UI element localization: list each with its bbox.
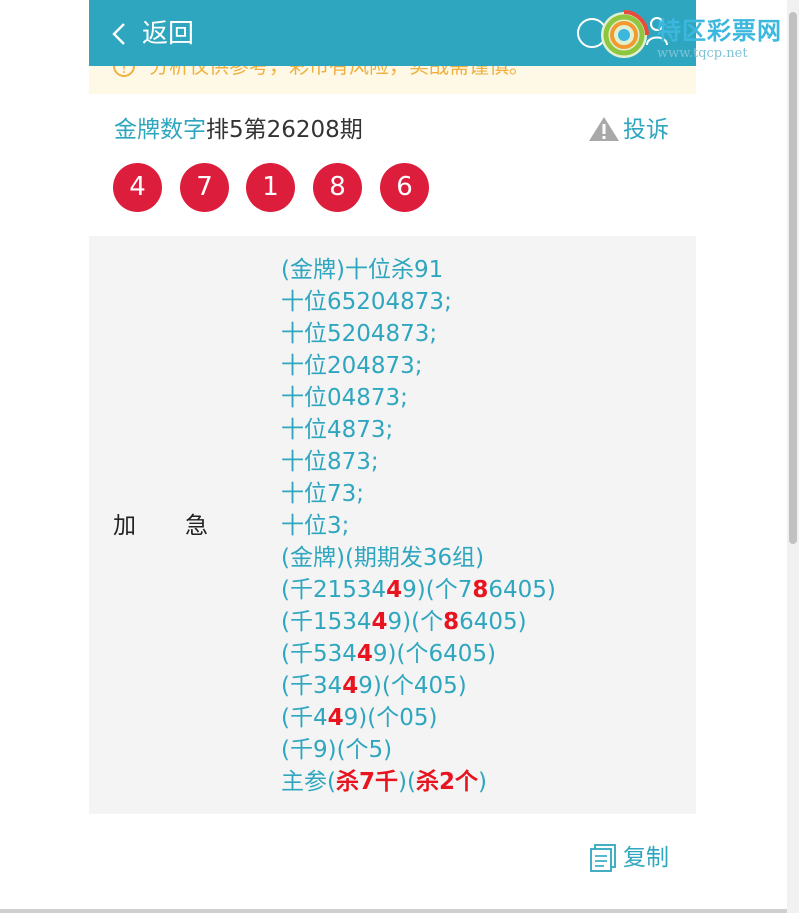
line-text: 十位204873; [281,353,423,379]
prediction-line: (金牌)十位杀91 [281,254,556,286]
prediction-line: (千153449)(个86405) [281,606,556,638]
line-text: (千34 [281,673,343,699]
prediction-line: 十位873; [281,446,556,478]
line-text: 主参( [281,769,336,795]
report-label: 投诉 [623,117,669,143]
highlight-text: 8 [472,577,489,603]
post-title: 金牌数字排5第26208期 [114,114,363,146]
prediction-lines: (金牌)十位杀91 十位65204873; 十位5204873; 十位204873; 十… [281,254,556,798]
line-text: 9)(个6405) [372,641,496,667]
line-text: 9)(个405) [358,673,467,699]
line-text: 9)(个05) [343,705,438,731]
line-text: 9)(个7 [402,577,473,603]
prediction-line: (千449)(个05) [281,702,556,734]
back-button[interactable]: 返回 [142,18,194,50]
line-text: (千21534 [281,577,387,603]
line-text: (金牌)十位杀91 [281,257,444,283]
line-text: 十位5204873; [281,321,438,347]
copy-label: 复制 [623,845,669,871]
ball-2: 7 [180,163,229,212]
prediction-line: (千9)(个5) [281,734,556,766]
copy-icon [590,844,616,872]
logo-title: 特区彩票网 [657,17,782,45]
highlight-text: 杀7千 [335,769,398,795]
label-jia: 加 [113,513,136,539]
prediction-line: 主参(杀7千)(杀2个) [281,766,556,798]
line-text: (金牌)(期期发36组) [281,545,485,571]
prediction-line: (千2153449)(个786405) [281,574,556,606]
prediction-line: 十位4873; [281,414,556,446]
line-text: 十位65204873; [281,289,452,315]
issue-title: 排5第26208期 [206,117,363,143]
line-text: )( [398,769,416,795]
prediction-line: 十位3; [281,510,556,542]
prediction-line: 十位5204873; [281,318,556,350]
highlight-text: 4 [327,705,344,731]
highlight-text: 4 [356,641,373,667]
notice-text: 分析仅供参考，彩市有风险，实战需谨慎。 [149,66,529,78]
line-text: 十位73; [281,481,365,507]
ball-3: 1 [246,163,295,212]
highlight-text: 8 [443,609,460,635]
line-text: 十位04873; [281,385,408,411]
warning-icon [589,117,619,141]
line-text: 十位873; [281,449,379,475]
highlight-text: 4 [342,673,359,699]
line-text: (千9)(个5) [281,737,393,763]
risk-notice: ! 分析仅供参考，彩市有风险，实战需谨慎。 [89,66,696,94]
prediction-line: 十位04873; [281,382,556,414]
scrollbar-thumb[interactable] [789,12,797,544]
ball-5: 6 [380,163,429,212]
logo-swirl-icon [601,10,649,58]
prediction-content: 加 急 (金牌)十位杀91 十位65204873; 十位5204873; 十位2048… [89,236,696,814]
line-text: 6405) [459,609,527,635]
line-text: 6405) [488,577,556,603]
label-ji: 急 [185,513,208,539]
ball-1: 4 [113,163,162,212]
info-circle-icon: ! [113,66,135,77]
scrollbar[interactable] [787,0,799,913]
highlight-text: 4 [371,609,388,635]
line-text: 十位3; [281,513,350,539]
bottom-divider [0,909,787,913]
prediction-line: 十位65204873; [281,286,556,318]
prediction-line: 十位73; [281,478,556,510]
highlight-text: 杀2个 [415,769,478,795]
chevron-left-icon[interactable] [111,22,127,46]
ball-4: 8 [313,163,362,212]
prediction-line: (千3449)(个405) [281,670,556,702]
line-text: (千534 [281,641,357,667]
line-text: 十位4873; [281,417,394,443]
line-text: (千1534 [281,609,372,635]
logo-url: www.tqcp.net [657,46,748,61]
site-logo[interactable]: 特区彩票网 www.tqcp.net [599,10,799,66]
line-text: (千4 [281,705,328,731]
prediction-line: (千53449)(个6405) [281,638,556,670]
prediction-line: (金牌)(期期发36组) [281,542,556,574]
author-link[interactable]: 金牌数字 [114,117,206,143]
highlight-text: 4 [386,577,403,603]
prediction-line: 十位204873; [281,350,556,382]
line-text: 9)(个 [387,609,444,635]
line-text: ) [477,769,487,795]
